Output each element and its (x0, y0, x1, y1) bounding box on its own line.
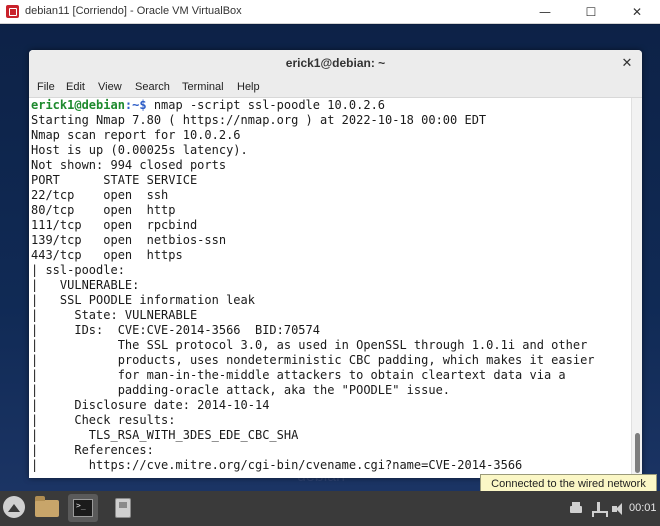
output-line: | Check results: (31, 413, 176, 427)
output-line: 80/tcp open http (31, 203, 176, 217)
file-manager-icon[interactable] (32, 494, 62, 522)
printer-icon[interactable] (569, 502, 583, 516)
output-line: | ssl-poodle: (31, 263, 125, 277)
output-line: | SSL POODLE information leak (31, 293, 255, 307)
terminal-output[interactable]: erick1@debian:~$ nmap -script ssl-poodle… (29, 98, 631, 478)
output-line: | Disclosure date: 2014-10-14 (31, 398, 270, 412)
output-line: | State: VULNERABLE (31, 308, 198, 322)
command-text: nmap -script ssl-poodle 10.0.2.6 (146, 98, 386, 112)
close-button[interactable]: ✕ (614, 0, 660, 24)
menu-search[interactable]: Search (135, 81, 170, 93)
output-line: 111/tcp open rpcbind (31, 218, 198, 232)
output-line: | References: (31, 443, 154, 457)
start-menu-icon[interactable] (3, 496, 25, 518)
output-line: | for man-in-the-middle attackers to obt… (31, 368, 566, 382)
menu-view[interactable]: View (98, 81, 122, 93)
scrollbar-thumb[interactable] (635, 433, 640, 473)
output-line: | VULNERABLE: (31, 278, 140, 292)
output-line: Host is up (0.00025s latency). (31, 143, 248, 157)
minimize-button[interactable]: — (522, 0, 568, 24)
prompt-user: erick1@debian (31, 98, 125, 112)
output-line: Not shown: 994 closed ports (31, 158, 227, 172)
output-line: 139/tcp open netbios-ssn (31, 233, 227, 247)
menu-edit[interactable]: Edit (66, 81, 85, 93)
taskbar-clock[interactable]: 00:01 (629, 502, 657, 514)
output-line: 22/tcp open ssh (31, 188, 169, 202)
output-line: Starting Nmap 7.80 ( https://nmap.org ) … (31, 113, 487, 127)
output-line: 443/tcp open https (31, 248, 183, 262)
output-line: | products, uses nondeterministic CBC pa… (31, 353, 595, 367)
output-line: | TLS_RSA_WITH_3DES_EDE_CBC_SHA (31, 428, 299, 442)
volume-icon[interactable] (611, 502, 625, 516)
disk-drive-icon[interactable] (108, 494, 138, 522)
terminal-menubar: File Edit View Search Terminal Help (29, 78, 642, 98)
terminal-title: erick1@debian: ~ (285, 56, 386, 70)
terminal-taskbar-icon[interactable] (68, 494, 98, 522)
menu-help[interactable]: Help (237, 81, 260, 93)
terminal-scrollbar[interactable] (631, 98, 642, 478)
terminal-header[interactable]: erick1@debian: ~ ✕ (29, 50, 642, 78)
output-line: | IDs: CVE:CVE-2014-3566 BID:70574 (31, 323, 320, 337)
terminal-close-button[interactable]: ✕ (618, 55, 636, 73)
virtualbox-icon (6, 5, 19, 18)
output-line: PORT STATE SERVICE (31, 173, 198, 187)
prompt-path: :~$ (124, 98, 147, 112)
output-line: | padding-oracle attack, aka the "POODLE… (31, 383, 451, 397)
vbox-title-bar: debian11 [Corriendo] - Oracle VM Virtual… (0, 0, 660, 24)
maximize-button[interactable]: ☐ (568, 0, 614, 24)
output-line: Nmap scan report for 10.0.2.6 (31, 128, 241, 142)
terminal-window[interactable]: erick1@debian: ~ ✕ File Edit View Search… (29, 50, 642, 478)
prompt-line: erick1@debian:~$ nmap -script ssl-poodle… (31, 98, 385, 113)
vbox-window-title: debian11 [Corriendo] - Oracle VM Virtual… (25, 5, 242, 17)
network-icon[interactable] (591, 502, 608, 517)
taskbar (0, 491, 660, 526)
output-line: | https://cve.mitre.org/cgi-bin/cvename.… (31, 458, 523, 472)
output-line: | The SSL protocol 3.0, as used in OpenS… (31, 338, 588, 352)
menu-terminal[interactable]: Terminal (182, 81, 224, 93)
menu-file[interactable]: File (37, 81, 55, 93)
